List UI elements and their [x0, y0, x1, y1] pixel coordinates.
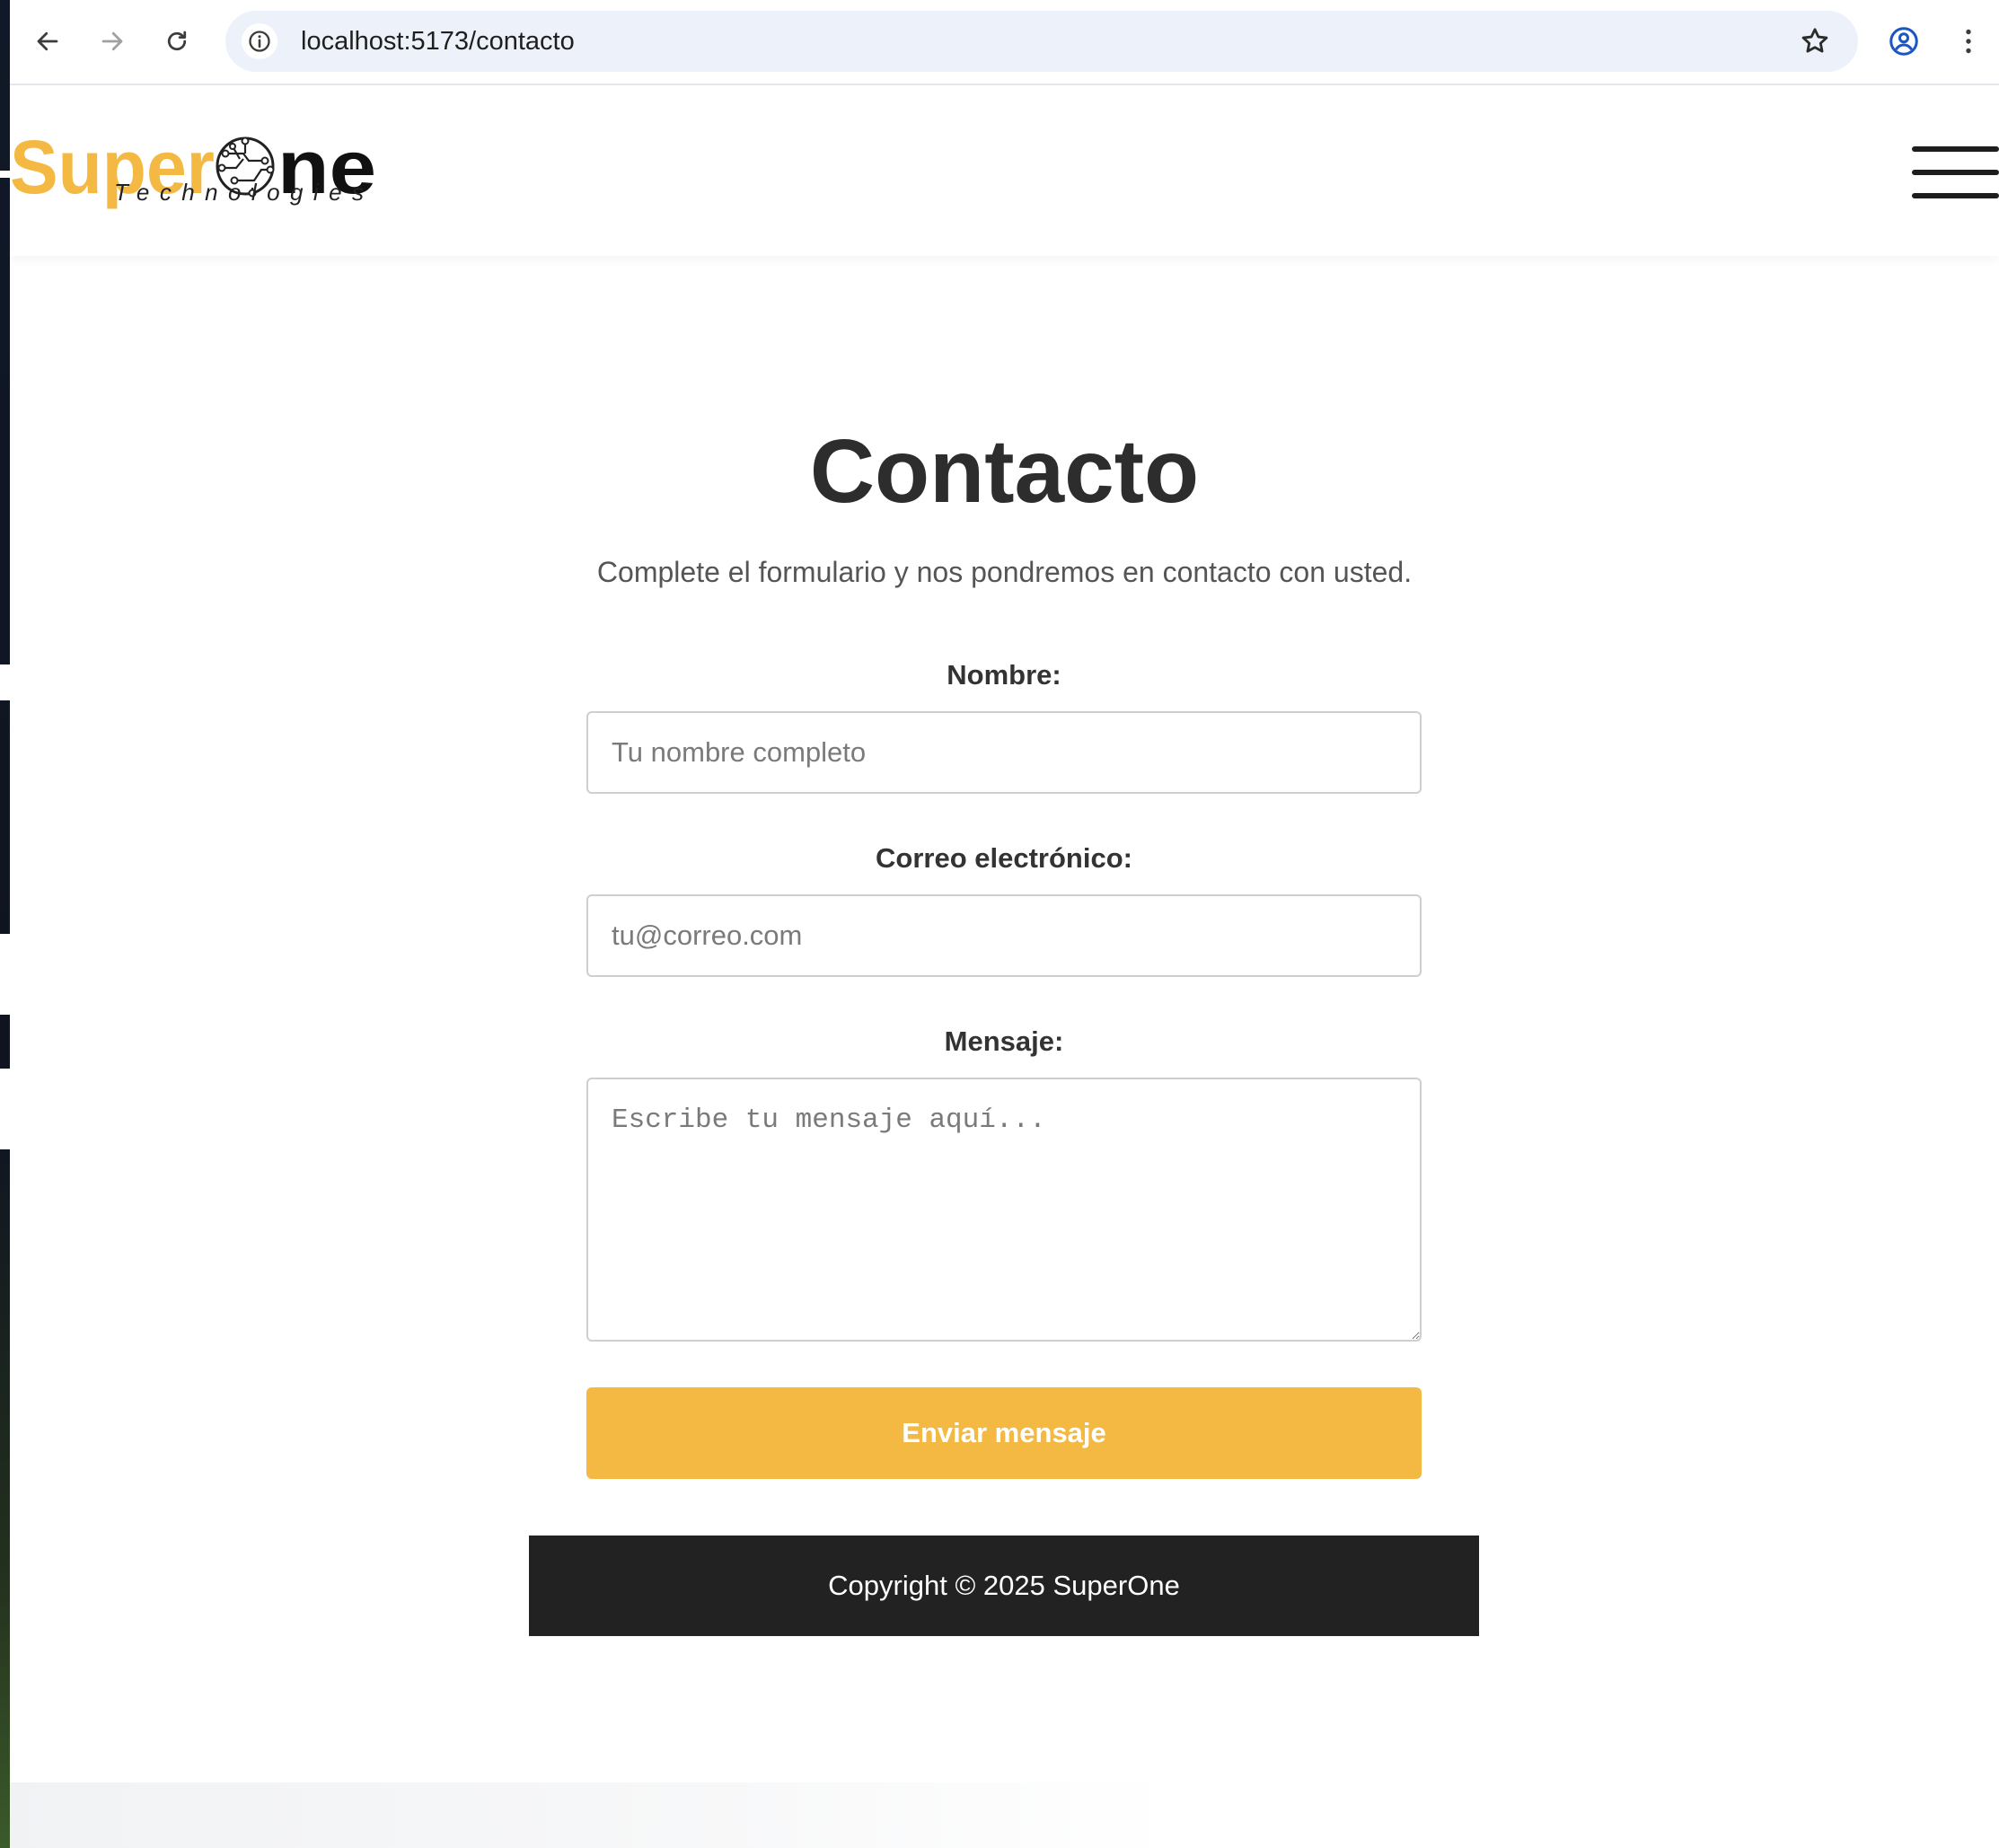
hamburger-icon [1912, 146, 1999, 152]
hamburger-menu-button[interactable] [1912, 146, 1999, 198]
desktop-window-fragment [0, 934, 10, 1015]
browser-toolbar: localhost:5173/contacto [10, 0, 1999, 85]
address-bar[interactable]: localhost:5173/contacto [225, 11, 1858, 72]
info-icon [249, 31, 270, 52]
message-label: Mensaje: [944, 1025, 1064, 1057]
forward-button[interactable] [91, 20, 134, 63]
page-content: Super ne Technologies Contacto Complete … [10, 85, 1999, 1848]
copyright-text: Copyright © 2025 SuperOne [828, 1570, 1180, 1601]
hamburger-icon [1912, 170, 1999, 175]
site-info-button[interactable] [242, 23, 277, 59]
kebab-menu-icon [1966, 29, 1971, 54]
superone-logo[interactable]: Super ne Technologies [10, 121, 387, 220]
name-label: Nombre: [947, 659, 1061, 691]
reload-icon [167, 31, 187, 51]
arrow-left-icon [37, 31, 58, 51]
reload-button[interactable] [155, 20, 198, 63]
profile-button[interactable] [1882, 20, 1925, 63]
name-input[interactable] [586, 711, 1422, 794]
back-button[interactable] [26, 20, 69, 63]
svg-text:Technologies: Technologies [114, 179, 374, 206]
email-label: Correo electrónico: [876, 842, 1132, 874]
browser-window: localhost:5173/contacto Super ne Technol… [10, 0, 1999, 1848]
message-textarea[interactable] [586, 1078, 1422, 1342]
arrow-right-icon [101, 31, 123, 51]
desktop-window-fragment [0, 1069, 10, 1149]
email-input[interactable] [586, 894, 1422, 977]
desktop-window-fragment [0, 664, 10, 700]
profile-icon [1889, 27, 1918, 56]
desktop-background [0, 0, 10, 1848]
site-header: Super ne Technologies [10, 85, 1999, 256]
send-message-button[interactable]: Enviar mensaje [586, 1387, 1422, 1479]
url-text[interactable]: localhost:5173/contacto [301, 11, 575, 72]
desktop-window-fragment [0, 171, 10, 178]
star-icon[interactable] [1799, 25, 1831, 57]
site-footer: Copyright © 2025 SuperOne [529, 1536, 1479, 1636]
browser-menu-button[interactable] [1947, 20, 1990, 63]
bottom-shadow [10, 1782, 1177, 1848]
page-subtitle: Complete el formulario y nos pondremos e… [596, 556, 1413, 588]
hamburger-icon [1912, 193, 1999, 198]
page-title: Contacto [809, 421, 1200, 522]
